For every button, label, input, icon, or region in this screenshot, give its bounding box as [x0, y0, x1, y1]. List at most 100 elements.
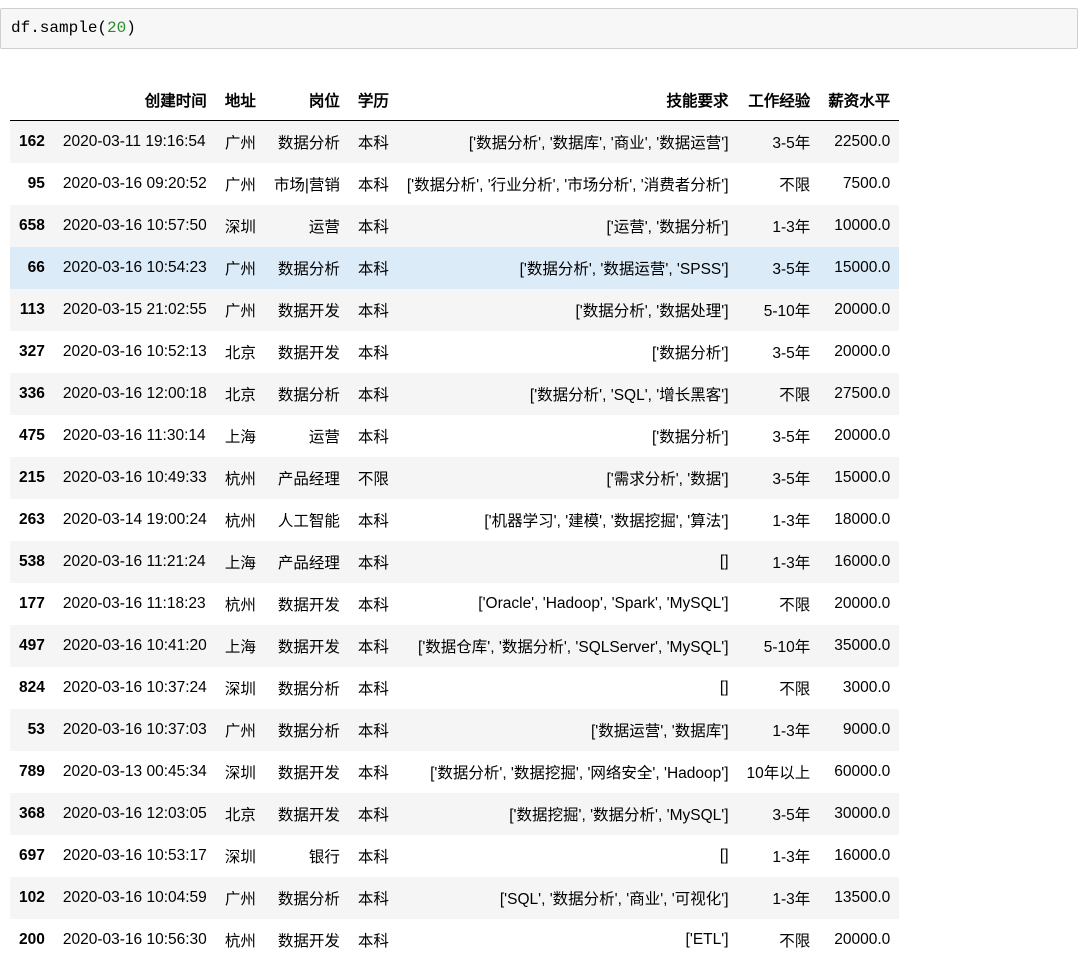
table-cell: 2020-03-16 12:03:05	[62, 805, 207, 822]
row-index: 368	[19, 805, 45, 822]
row-index: 336	[19, 385, 45, 402]
table-cell: 不限	[357, 471, 389, 488]
column-header: 地址	[215, 80, 265, 121]
table-cell: 2020-03-16 10:37:24	[62, 679, 207, 696]
table-cell: 16000.0	[834, 847, 891, 864]
code-cell-input[interactable]: df.sample(20)	[0, 8, 1078, 49]
table-cell: 上海	[224, 555, 256, 572]
table-cell: 深圳	[224, 681, 256, 698]
row-index: 538	[19, 553, 45, 570]
table-cell: ['SQL', '数据分析', '商业', '可视化']	[499, 891, 729, 908]
table-cell: 不限	[779, 387, 811, 404]
table-cell: ['数据仓库', '数据分析', 'SQLServer', 'MySQL']	[418, 639, 729, 656]
table-row: 475 2020-03-16 11:30:14 上海 运营 本科 ['数据分析'] 3-5年…	[10, 415, 899, 457]
table-cell: 数据分析	[277, 135, 340, 152]
table-cell: 5-10年	[763, 303, 811, 320]
code-call: df.sample(	[11, 19, 108, 37]
table-cell: 15000.0	[834, 469, 891, 486]
table-cell: 上海	[224, 429, 256, 446]
table-cell: 本科	[357, 639, 389, 656]
code-arg: 20	[107, 19, 127, 37]
row-index: 200	[19, 931, 45, 948]
row-index: 475	[19, 427, 45, 444]
table-cell: 1-3年	[772, 891, 811, 908]
table-cell: 本科	[357, 807, 389, 824]
table-cell: 2020-03-16 10:37:03	[62, 721, 207, 738]
table-cell: 20000.0	[834, 343, 891, 360]
code-text: df.sample(20)	[11, 19, 136, 37]
row-index: 113	[19, 301, 45, 318]
table-cell: ['Oracle', 'Hadoop', 'Spark', 'MySQL']	[478, 595, 729, 612]
table-cell: 本科	[357, 177, 389, 194]
table-cell: 20000.0	[834, 595, 891, 612]
table-row: 102 2020-03-16 10:04:59 广州 数据分析 本科 ['SQL', '数…	[10, 877, 900, 919]
table-cell: 深圳	[224, 849, 256, 866]
table-cell: 本科	[357, 597, 389, 614]
table-cell: 2020-03-16 10:56:30	[62, 931, 207, 948]
table-row: 162 2020-03-11 19:16:54 广州 数据分析 本科 ['数据分析', '…	[10, 120, 900, 163]
table-cell: 2020-03-14 19:00:24	[62, 511, 207, 528]
table-cell: 北京	[224, 387, 256, 404]
table-cell: 深圳	[224, 219, 256, 236]
table-cell: 本科	[357, 135, 389, 152]
column-header: 薪资水平	[819, 80, 900, 121]
row-index: 497	[19, 637, 45, 654]
table-cell: 2020-03-16 10:57:50	[62, 217, 207, 234]
table-cell: 数据开发	[277, 765, 340, 782]
column-header: 创建时间	[53, 80, 216, 121]
table-row: 824 2020-03-16 10:37:24 深圳 数据分析 本科 [] 不限 3000.0	[10, 667, 899, 709]
table-cell: 北京	[224, 345, 256, 362]
table-cell: 2020-03-16 09:20:52	[62, 175, 207, 192]
table-cell: 3-5年	[772, 261, 811, 278]
table-cell: ['数据分析']	[651, 429, 729, 446]
table-cell: 数据分析	[277, 681, 340, 698]
table-cell: ['数据分析']	[651, 345, 729, 362]
row-index: 102	[19, 889, 45, 906]
table-cell: 杭州	[224, 471, 256, 488]
table-cell: 本科	[357, 513, 389, 530]
row-index: 66	[27, 259, 45, 276]
table-cell: 数据开发	[277, 639, 340, 656]
table-cell: 2020-03-16 10:54:23	[62, 259, 207, 276]
table-cell: 数据分析	[277, 387, 340, 404]
table-cell: 2020-03-16 10:49:33	[62, 469, 207, 486]
table-cell: 9000.0	[842, 721, 891, 738]
row-index: 658	[19, 217, 45, 234]
table-cell: 本科	[357, 765, 389, 782]
table-cell: 3-5年	[772, 429, 811, 446]
table-cell: 本科	[357, 429, 389, 446]
row-index: 162	[19, 133, 45, 150]
row-index: 215	[19, 469, 45, 486]
table-cell: 数据开发	[277, 933, 340, 950]
table-cell: ['数据分析', '数据处理']	[575, 303, 729, 320]
table-cell: 7500.0	[842, 175, 891, 192]
table-cell: 1-3年	[772, 723, 811, 740]
table-cell: 银行	[308, 849, 340, 866]
table-cell: 本科	[357, 387, 389, 404]
table-row: 113 2020-03-15 21:02:55 广州 数据开发 本科 ['数据分析', '…	[10, 289, 900, 331]
row-index: 789	[19, 763, 45, 780]
column-header: 学历	[348, 80, 398, 121]
row-index: 697	[19, 847, 45, 864]
table-cell: 杭州	[224, 597, 256, 614]
table-cell: 运营	[308, 429, 340, 446]
table-cell: 1-3年	[772, 219, 811, 236]
table-cell: 数据开发	[277, 345, 340, 362]
table-cell: 10年以上	[746, 765, 811, 782]
table-cell: 2020-03-16 11:30:14	[62, 427, 206, 444]
table-cell: 产品经理	[277, 471, 340, 488]
table-cell: 本科	[357, 723, 389, 740]
table-cell: 16000.0	[834, 553, 891, 570]
table-cell: 1-3年	[772, 513, 811, 530]
table-cell: 本科	[357, 345, 389, 362]
column-header: 工作经验	[737, 80, 820, 121]
table-cell: ['数据运营', '数据库']	[590, 723, 729, 740]
table-cell: 2020-03-16 11:21:24	[62, 553, 206, 570]
table-header-row: 创建时间 地址 岗位 学历 技能要求 工作经验 薪资水平	[10, 80, 900, 121]
table-cell: 20000.0	[834, 301, 891, 318]
table-cell: 2020-03-16 10:52:13	[62, 343, 207, 360]
table-cell: 本科	[357, 891, 389, 908]
table-row: 368 2020-03-16 12:03:05 北京 数据开发 本科 ['数据挖掘', '…	[10, 793, 900, 835]
table-cell: ['数据分析', '数据挖掘', '网络安全', 'Hadoop']	[430, 765, 729, 782]
table-cell: 2020-03-16 10:53:17	[62, 847, 207, 864]
